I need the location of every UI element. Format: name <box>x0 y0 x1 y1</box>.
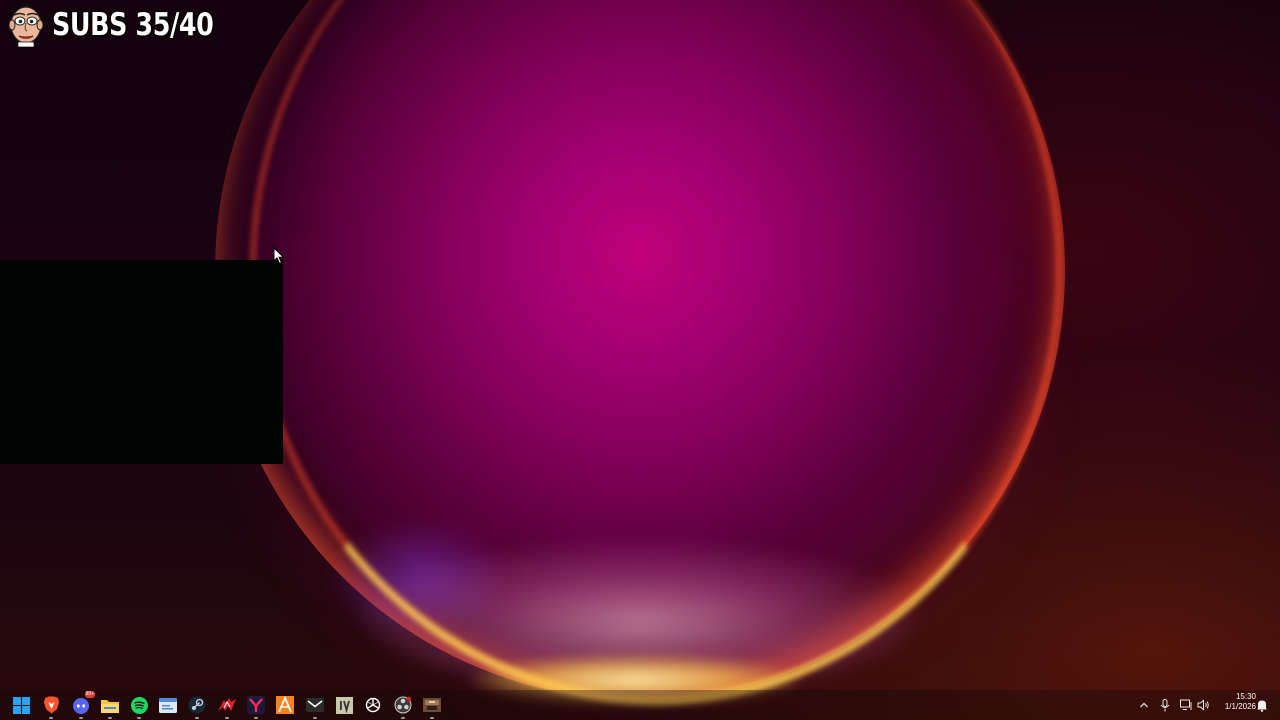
envelope-icon <box>306 698 324 712</box>
app-window-button[interactable] <box>157 694 179 716</box>
show-hidden-icons-button[interactable] <box>1135 696 1153 714</box>
spotify-icon <box>130 696 148 714</box>
msi-afterburner-button[interactable] <box>216 694 238 719</box>
subs-overlay: SUBS 35/40 <box>4 2 249 48</box>
microphone-icon <box>1160 698 1170 711</box>
file-explorer-button[interactable] <box>99 694 121 719</box>
clock-date: 1/1/2026 <box>1224 702 1256 711</box>
steam-icon <box>188 696 206 714</box>
obs-studio-button[interactable] <box>392 694 414 719</box>
discord-badge: 99+ <box>84 691 95 698</box>
iv-logo-icon <box>335 696 353 714</box>
cartoon-face-avatar-icon <box>4 3 48 48</box>
clock-time: 15:30 <box>1235 692 1256 701</box>
folder-icon <box>101 699 119 713</box>
y-logo-icon <box>247 696 265 714</box>
system-clock[interactable]: 15:30 1/1/2026 <box>1212 692 1256 718</box>
windows-logo-icon <box>12 696 30 714</box>
autodesk-app-button[interactable] <box>274 694 296 716</box>
volume-button[interactable] <box>1194 696 1212 714</box>
discord-button[interactable]: 99+ <box>70 691 95 719</box>
autodesk-a-icon <box>276 696 294 714</box>
yahoo-app-button[interactable] <box>245 694 267 719</box>
obs-record-icon <box>394 696 412 714</box>
black-window-overlay[interactable] <box>0 260 283 464</box>
iv-app-button[interactable] <box>333 694 355 716</box>
steam-button[interactable] <box>186 694 208 719</box>
mail-app-button[interactable] <box>304 694 326 719</box>
network-icon <box>1179 699 1191 710</box>
discord-icon <box>73 698 89 714</box>
spotify-button[interactable] <box>128 694 150 719</box>
chatgpt-button[interactable] <box>362 694 384 716</box>
microphone-button[interactable] <box>1156 696 1174 714</box>
subs-counter: SUBS 35/40 <box>52 7 214 43</box>
taskbar: 99+ <box>0 690 1280 720</box>
bell-icon <box>1257 700 1267 712</box>
window-app-icon <box>159 697 177 713</box>
chevron-up-icon <box>1140 702 1148 708</box>
brave-lion-icon <box>43 696 59 714</box>
mouse-cursor-icon <box>273 246 285 265</box>
desktop[interactable]: SUBS 35/40 99+ 15:30 1/1/2026 <box>0 0 1280 720</box>
msi-dragon-icon <box>218 698 236 711</box>
speaker-icon <box>1197 699 1209 711</box>
start-button[interactable] <box>10 694 32 716</box>
network-button[interactable] <box>1177 696 1195 714</box>
openai-knot-icon <box>365 697 381 713</box>
game-app-button[interactable] <box>421 694 443 719</box>
brave-browser-button[interactable] <box>40 694 62 719</box>
game-thumbnail-icon <box>423 698 441 712</box>
